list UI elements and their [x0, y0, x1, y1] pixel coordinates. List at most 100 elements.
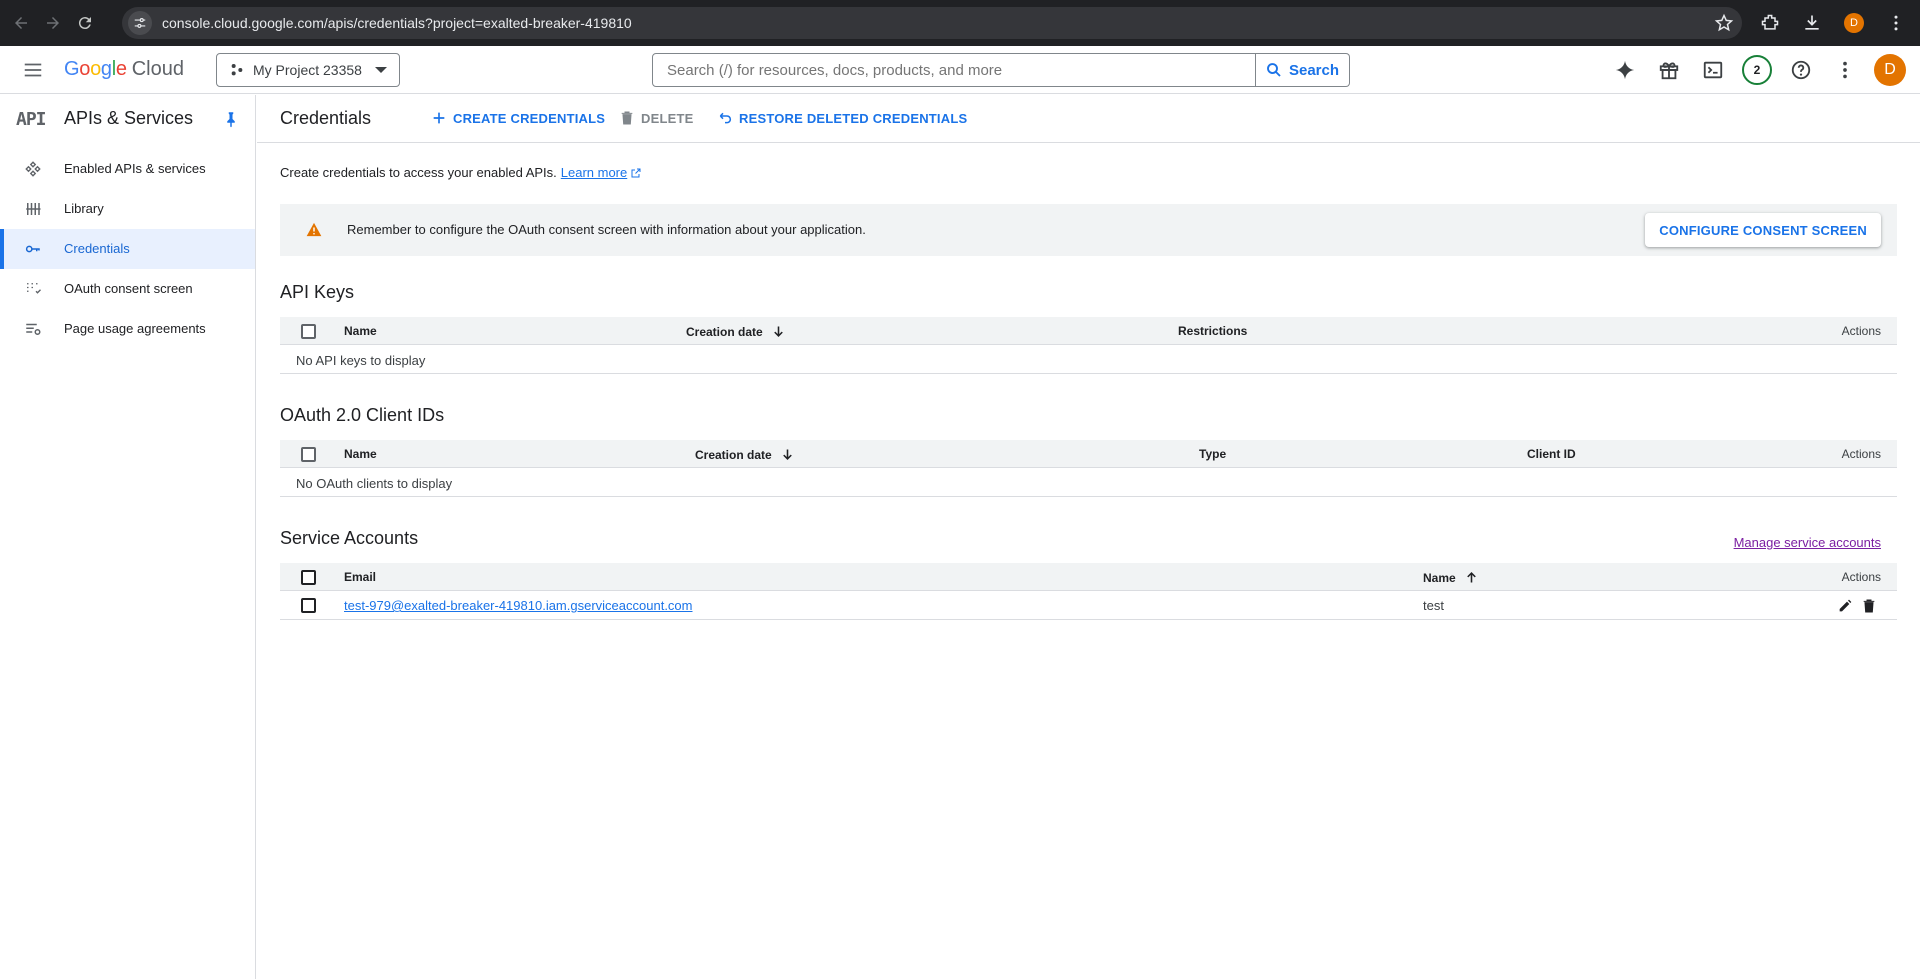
column-client-id: Client ID — [1527, 447, 1576, 461]
browser-profile-avatar[interactable]: D — [1844, 13, 1864, 33]
service-accounts-table: Email Name Actions test-979@exalted-brea… — [280, 563, 1897, 620]
sidebar-item-credentials[interactable]: Credentials — [0, 229, 255, 269]
menu-icon[interactable] — [22, 59, 44, 81]
empty-row: No API keys to display — [280, 345, 1897, 374]
column-creation-date[interactable]: Creation date — [686, 324, 786, 339]
download-icon[interactable] — [1802, 13, 1822, 33]
warning-icon — [306, 222, 322, 237]
sidebar-header: API APIs & Services — [0, 95, 255, 143]
more-options-button[interactable] — [1830, 55, 1860, 85]
api-keys-title: API Keys — [280, 282, 355, 302]
sidebar-item-library[interactable]: Library — [0, 189, 255, 229]
back-icon[interactable] — [12, 14, 30, 32]
console-header: Google Cloud My Project 23358 Search 2 D — [0, 46, 1920, 94]
sidebar-title: APIs & Services — [64, 108, 194, 128]
search-button[interactable]: Search — [1255, 53, 1350, 87]
sidebar-item-oauth-consent[interactable]: OAuth consent screen — [0, 269, 255, 309]
sidebar-item-page-usage[interactable]: Page usage agreements — [0, 309, 255, 349]
table-header: Name Creation date Restrictions Actions — [280, 317, 1897, 345]
row-actions — [1837, 598, 1877, 614]
api-keys-table: Name Creation date Restrictions Actions … — [280, 317, 1897, 374]
column-name[interactable]: Name — [1423, 570, 1479, 585]
project-picker[interactable]: My Project 23358 — [216, 53, 400, 87]
library-icon — [26, 203, 41, 215]
sidebar-item-label: Page usage agreements — [64, 321, 206, 336]
service-account-email-link[interactable]: test-979@exalted-breaker-419810.iam.gser… — [344, 598, 693, 613]
row-checkbox[interactable] — [301, 598, 316, 613]
user-avatar[interactable]: D — [1874, 54, 1906, 86]
help-icon — [1791, 60, 1811, 80]
manage-service-accounts-link[interactable]: Manage service accounts — [1734, 535, 1881, 550]
delete-button[interactable]: DELETE — [619, 110, 693, 126]
chevron-down-icon — [375, 67, 387, 73]
oauth-table: Name Creation date Type Client ID Action… — [280, 440, 1897, 497]
forward-icon[interactable] — [44, 14, 62, 32]
arrow-up-icon — [1466, 572, 1476, 583]
google-cloud-logo[interactable]: Google Cloud — [64, 58, 184, 81]
column-email[interactable]: Email — [344, 570, 376, 584]
gemini-button[interactable] — [1610, 55, 1640, 85]
empty-message: No OAuth clients to display — [296, 476, 453, 491]
arrow-down-icon — [782, 449, 792, 460]
column-name[interactable]: Name — [344, 324, 377, 338]
sidebar: API APIs & Services Enabled APIs & servi… — [0, 95, 256, 979]
select-all-checkbox[interactable] — [301, 447, 316, 462]
enabled-apis-icon — [25, 161, 41, 177]
gift-icon — [1659, 62, 1679, 80]
edit-icon[interactable] — [1837, 598, 1853, 614]
pin-icon[interactable] — [222, 110, 240, 128]
page-toolbar: Credentials CREATE CREDENTIALS DELETE RE… — [257, 95, 1920, 143]
arrow-down-icon — [773, 326, 783, 337]
search-field[interactable] — [652, 53, 1256, 87]
select-all-checkbox[interactable] — [301, 570, 316, 585]
column-type: Type — [1199, 447, 1227, 461]
create-credentials-button[interactable]: CREATE CREDENTIALS — [431, 110, 605, 126]
settings-list-icon — [26, 323, 41, 335]
delete-icon[interactable] — [1861, 598, 1877, 614]
header-actions: 2 D — [1610, 53, 1906, 87]
cloud-shell-button[interactable] — [1698, 55, 1728, 85]
key-icon — [25, 245, 40, 253]
search-icon — [1267, 63, 1281, 77]
banner-message: Remember to configure the OAuth consent … — [347, 222, 866, 237]
bookmark-star-icon[interactable] — [1714, 13, 1734, 33]
restore-deleted-button[interactable]: RESTORE DELETED CREDENTIALS — [717, 110, 967, 126]
sidebar-item-enabled-apis[interactable]: Enabled APIs & services — [0, 149, 255, 189]
api-logo-icon: API — [16, 109, 46, 130]
column-creation-date-label: Creation date — [686, 324, 763, 339]
oauth-title: OAuth 2.0 Client IDs — [280, 405, 445, 425]
sidebar-nav: Enabled APIs & services Library Credenti… — [0, 149, 255, 349]
logo-google: Google — [64, 58, 127, 80]
browser-toolbar: console.cloud.google.com/apis/credential… — [0, 0, 1920, 46]
browser-nav — [0, 14, 120, 32]
search-input[interactable] — [667, 61, 1255, 79]
table-row: test-979@exalted-breaker-419810.iam.gser… — [280, 591, 1897, 620]
column-name[interactable]: Name — [344, 447, 377, 461]
sidebar-item-label: Enabled APIs & services — [64, 161, 206, 176]
select-all-checkbox[interactable] — [301, 324, 316, 339]
project-icon — [231, 64, 243, 76]
logo-cloud: Cloud — [131, 58, 184, 80]
learn-more-link[interactable]: Learn more — [561, 165, 627, 180]
column-creation-date[interactable]: Creation date — [695, 447, 795, 462]
notifications-badge[interactable]: 2 — [1742, 55, 1772, 85]
plus-icon — [433, 112, 445, 124]
search-button-label: Search — [1288, 61, 1340, 79]
reload-icon[interactable] — [76, 14, 94, 32]
help-button[interactable] — [1786, 55, 1816, 85]
site-info-icon[interactable] — [128, 11, 152, 35]
consent-warning-banner: Remember to configure the OAuth consent … — [280, 204, 1897, 256]
sidebar-item-label: Library — [64, 201, 104, 216]
empty-row: No OAuth clients to display — [280, 468, 1897, 497]
browser-actions: D — [1760, 0, 1920, 46]
extensions-icon[interactable] — [1760, 13, 1780, 33]
sidebar-item-label: Credentials — [64, 241, 130, 256]
browser-menu-icon[interactable] — [1886, 13, 1906, 33]
address-bar[interactable]: console.cloud.google.com/apis/credential… — [122, 7, 1742, 39]
terminal-icon — [1703, 61, 1723, 79]
gift-button[interactable] — [1654, 55, 1684, 85]
service-account-name: test — [1423, 598, 1444, 613]
configure-consent-screen-button[interactable]: CONFIGURE CONSENT SCREEN — [1645, 213, 1881, 247]
column-actions: Actions — [1841, 570, 1881, 584]
page-title: Credentials — [280, 108, 372, 128]
